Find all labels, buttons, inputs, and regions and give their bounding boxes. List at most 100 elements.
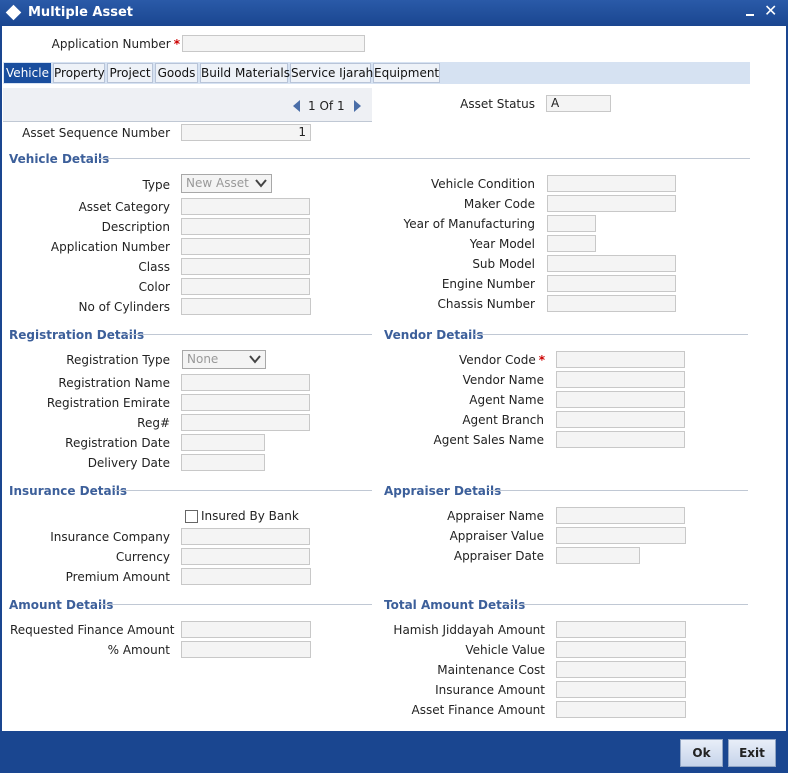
vendor-name-label: Vendor Name [462, 373, 544, 387]
insurance-amount-input[interactable] [556, 681, 686, 698]
insurance-amount-label: Insurance Amount [435, 683, 545, 697]
requested-finance-amount-input[interactable] [181, 621, 311, 638]
maker-code-label: Maker Code [463, 197, 535, 211]
currency-input[interactable] [181, 548, 310, 565]
registration-date-input[interactable] [181, 434, 265, 451]
vehicle-value-label: Vehicle Value [465, 643, 545, 657]
sub-model-label: Sub Model [472, 257, 535, 271]
agent-sales-name-label: Agent Sales Name [433, 433, 545, 447]
vehicle-condition-input[interactable] [547, 175, 676, 192]
year-model-label: Year Model [469, 237, 535, 251]
close-icon[interactable]: ✕ [764, 2, 777, 20]
tab-build-materials[interactable]: Build Materials [200, 63, 290, 83]
insured-by-bank-label: Insured By Bank [201, 509, 299, 523]
appraiser-value-label: Appraiser Value [449, 529, 544, 543]
tab-project[interactable]: Project [107, 63, 153, 83]
year-of-manufacturing-label: Year of Manufacturing [403, 217, 536, 231]
agent-branch-input[interactable] [556, 411, 685, 428]
insured-by-bank-checkbox[interactable] [185, 510, 198, 523]
engine-number-label: Engine Number [441, 277, 535, 291]
vendor-details-title: Vendor Details [384, 328, 484, 342]
pager-total: 1 [336, 99, 345, 113]
hamish-jiddayah-amount-input[interactable] [556, 621, 686, 638]
total-amount-details-title: Total Amount Details [384, 598, 526, 612]
maintenance-cost-label: Maintenance Cost [437, 663, 545, 677]
registration-type-label: Registration Type [66, 353, 170, 367]
agent-sales-name-input[interactable] [556, 431, 685, 448]
tab-vehicle[interactable]: Vehicle [4, 63, 51, 83]
appraiser-date-input[interactable] [556, 547, 640, 564]
percent-amount-label: % Amount [107, 643, 170, 657]
vendor-code-input[interactable] [556, 351, 685, 368]
vendor-details-divider [474, 334, 748, 335]
pager-current: 1 [308, 99, 316, 113]
engine-number-input[interactable] [547, 275, 676, 292]
minimize-icon[interactable] [746, 14, 754, 16]
asset-finance-amount-label: Asset Finance Amount [411, 703, 546, 717]
type-label: Type [142, 178, 170, 192]
description-label: Description [101, 220, 170, 234]
color-input[interactable] [181, 278, 310, 295]
sub-model-input[interactable] [547, 255, 676, 272]
appraiser-name-input[interactable] [556, 507, 685, 524]
appraiser-value-input[interactable] [556, 527, 686, 544]
pager-of: Of [319, 99, 334, 113]
vendor-name-input[interactable] [556, 371, 685, 388]
vehicle-condition-label: Vehicle Condition [431, 177, 535, 191]
year-of-manufacturing-input[interactable] [547, 215, 596, 232]
chassis-number-input[interactable] [547, 295, 676, 312]
registration-details-divider [126, 334, 372, 335]
tab-goods[interactable]: Goods [155, 63, 198, 83]
vehicle-application-number-label: Application Number [50, 240, 170, 254]
asset-category-label: Asset Category [78, 200, 170, 214]
registration-type-select[interactable]: None [182, 350, 266, 369]
delivery-date-label: Delivery Date [87, 456, 170, 470]
type-select[interactable]: New Asset [181, 174, 272, 193]
color-label: Color [138, 280, 170, 294]
registration-name-input[interactable] [181, 374, 310, 391]
reg-number-input[interactable] [181, 414, 310, 431]
registration-emirate-label: Registration Emirate [46, 396, 170, 410]
asset-status-input[interactable]: A [546, 95, 611, 112]
total-amount-details-divider [506, 604, 748, 605]
window-frame-left [0, 26, 2, 731]
year-model-input[interactable] [547, 235, 596, 252]
asset-category-input[interactable] [181, 198, 310, 215]
exit-button[interactable]: Exit [728, 739, 776, 767]
chassis-number-label: Chassis Number [437, 297, 535, 311]
previous-record-icon[interactable] [293, 100, 300, 112]
registration-date-label: Registration Date [65, 436, 170, 450]
asset-sequence-label: Asset Sequence Number [22, 126, 170, 140]
delivery-date-input[interactable] [181, 454, 265, 471]
maintenance-cost-input[interactable] [556, 661, 686, 678]
registration-emirate-input[interactable] [181, 394, 310, 411]
asset-finance-amount-input[interactable] [556, 701, 686, 718]
application-number-label: Application Number * [51, 37, 180, 51]
description-input[interactable] [181, 218, 310, 235]
currency-label: Currency [115, 550, 170, 564]
maker-code-input[interactable] [547, 195, 676, 212]
tab-property[interactable]: Property [53, 63, 105, 83]
reg-number-label: Reg# [137, 416, 170, 430]
next-record-icon[interactable] [354, 100, 361, 112]
asset-sequence-input[interactable]: 1 [181, 124, 311, 141]
percent-amount-input[interactable] [181, 641, 311, 658]
tab-service-ijarah[interactable]: Service Ijarah [290, 63, 373, 83]
vehicle-details-title: Vehicle Details [9, 152, 110, 166]
tab-equipment[interactable]: Equipment [373, 63, 440, 83]
window-title: Multiple Asset [28, 5, 133, 20]
ok-button[interactable]: Ok [680, 739, 723, 767]
class-input[interactable] [181, 258, 310, 275]
appraiser-details-title: Appraiser Details [384, 484, 502, 498]
insurance-company-input[interactable] [181, 528, 310, 545]
vehicle-value-input[interactable] [556, 641, 686, 658]
requested-finance-amount-label: Requested Finance Amount [10, 623, 175, 637]
agent-name-input[interactable] [556, 391, 685, 408]
chevron-down-icon [255, 179, 267, 188]
application-number-input[interactable] [182, 35, 365, 52]
vehicle-application-number-input[interactable] [181, 238, 310, 255]
appraiser-name-label: Appraiser Name [447, 509, 544, 523]
cylinders-input[interactable] [181, 298, 311, 315]
premium-amount-input[interactable] [181, 568, 311, 585]
premium-amount-label: Premium Amount [65, 570, 170, 584]
